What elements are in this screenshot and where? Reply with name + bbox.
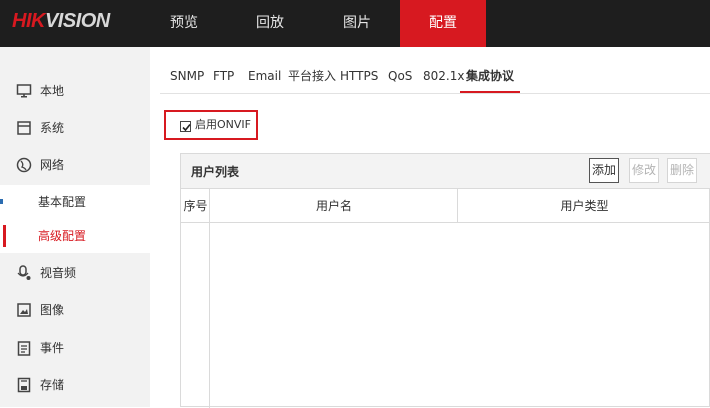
monitor-icon xyxy=(16,83,32,99)
user-list-panel: 用户列表 添加 修改 删除 序号 用户名 用户类型 xyxy=(180,153,710,408)
tab-ftp[interactable]: FTP xyxy=(213,60,234,93)
active-indicator xyxy=(3,225,6,247)
image-icon xyxy=(16,302,32,318)
tab-qos[interactable]: QoS xyxy=(388,60,412,93)
sidebar-item-image[interactable]: 图像 xyxy=(0,292,150,329)
column-username: 用户名 xyxy=(315,199,352,213)
user-table-header: 序号 用户名 用户类型 xyxy=(181,189,710,223)
nav-playback[interactable]: 回放 xyxy=(235,0,305,47)
tab-8021x[interactable]: 802.1x xyxy=(423,60,464,93)
sidebar-item-audio-video[interactable]: 视音频 xyxy=(0,255,150,292)
sidebar-item-label: 图像 xyxy=(40,303,65,317)
audio-video-icon xyxy=(16,265,32,281)
logo-part-hik: HIK xyxy=(12,10,45,32)
user-list-title: 用户列表 xyxy=(191,165,240,179)
sidebar-item-label: 本地 xyxy=(40,84,65,98)
storage-icon xyxy=(16,377,32,393)
sidebar-item-local[interactable]: 本地 xyxy=(0,73,150,110)
sidebar-item-label: 视音频 xyxy=(40,266,77,280)
sidebar-item-network[interactable]: 网络 xyxy=(0,147,150,184)
hikvision-logo: HIKVISION xyxy=(12,10,110,33)
nav-preview[interactable]: 预览 xyxy=(149,0,219,47)
sidebar-item-system[interactable]: 系统 xyxy=(0,110,150,147)
sidebar-item-event[interactable]: 事件 xyxy=(0,330,150,367)
nav-picture[interactable]: 图片 xyxy=(322,0,392,47)
tab-integration-protocol[interactable]: 集成协议 xyxy=(460,60,521,93)
table-divider xyxy=(457,189,458,223)
tab-platform-access[interactable]: 平台接入 xyxy=(288,60,336,93)
delete-user-button[interactable]: 删除 xyxy=(667,158,697,183)
config-tabs: SNMP FTP Email 平台接入 HTTPS QoS 802.1x 集成协… xyxy=(160,60,710,94)
globe-icon xyxy=(16,157,32,173)
tab-email[interactable]: Email xyxy=(248,60,281,93)
logo-part-vision: VISION xyxy=(44,10,110,32)
sidebar: 本地 系统 网络 基本配置 高级配置 视音频 图像 事件 存储 xyxy=(0,47,150,407)
column-user-type: 用户类型 xyxy=(560,199,609,213)
nav-configuration[interactable]: 配置 xyxy=(400,0,486,47)
sidebar-item-label: 事件 xyxy=(40,341,65,355)
sidebar-subitem-basic[interactable]: 基本配置 xyxy=(0,185,150,219)
onvif-highlight-box: 启用ONVIF xyxy=(164,110,258,140)
top-bar: HIKVISION 预览 回放 图片 配置 xyxy=(0,0,710,47)
modify-user-button[interactable]: 修改 xyxy=(629,158,659,183)
sidebar-subitem-advanced[interactable]: 高级配置 xyxy=(0,219,150,253)
user-list-header: 用户列表 添加 修改 删除 xyxy=(181,154,710,189)
sidebar-subitem-label: 高级配置 xyxy=(38,229,87,243)
enable-onvif-label[interactable]: 启用ONVIF xyxy=(195,112,251,138)
column-index: 序号 xyxy=(183,199,208,213)
tab-snmp[interactable]: SNMP xyxy=(170,60,204,93)
tab-https[interactable]: HTTPS xyxy=(340,60,378,93)
add-user-button[interactable]: 添加 xyxy=(589,158,619,183)
sidebar-item-storage[interactable]: 存储 xyxy=(0,367,150,404)
table-divider xyxy=(209,189,210,408)
sidebar-item-label: 系统 xyxy=(40,121,65,135)
event-icon xyxy=(16,340,32,356)
scroll-marker xyxy=(0,199,3,204)
enable-onvif-checkbox[interactable] xyxy=(180,121,191,132)
sidebar-item-label: 网络 xyxy=(40,158,65,172)
system-icon xyxy=(16,120,32,136)
sidebar-item-label: 存储 xyxy=(40,378,65,392)
sidebar-subitem-label: 基本配置 xyxy=(38,195,87,209)
